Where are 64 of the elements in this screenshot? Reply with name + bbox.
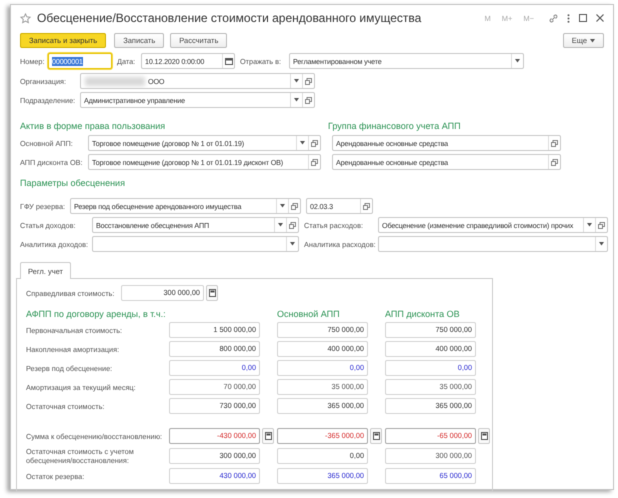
maximize-icon[interactable] [579,14,587,22]
window-icon [305,96,312,104]
calculator-button[interactable] [262,428,274,444]
calendar-button[interactable] [222,54,234,68]
select-field[interactable] [378,236,608,252]
dropdown-button[interactable] [290,93,302,107]
window-icon [291,202,298,210]
caret-icon [278,223,283,227]
caret-icon [599,242,604,246]
window-icon [305,78,312,84]
column-heading: АПП дисконта ОВ [385,309,461,319]
section-heading: Актив в форме права пользования [20,121,166,131]
column-heading: АФПП по договору аренды, в т.ч.: [26,309,167,319]
caret-icon [294,98,299,102]
close-icon[interactable] [596,14,604,22]
calculator-button[interactable] [478,428,490,444]
window-icon [551,140,558,146]
caret-icon [280,204,285,208]
column-heading: Основной АПП [277,309,341,319]
window-icon [551,158,558,166]
open-button[interactable] [302,74,314,88]
open-button[interactable] [302,93,314,107]
dropdown-button[interactable] [276,199,288,213]
caret-icon [300,141,305,145]
section-heading: Параметры обесценения [20,178,125,188]
caret-icon [590,38,595,42]
blurred-text [85,76,145,86]
star-icon[interactable] [20,12,31,24]
dropdown-button[interactable] [511,54,523,68]
open-button[interactable] [308,136,320,150]
calculator-button[interactable] [206,285,218,301]
caret-icon [294,79,299,83]
select-field[interactable] [92,236,299,252]
open-button[interactable] [548,155,560,169]
link-icon[interactable] [549,14,558,22]
caret-icon [290,242,295,246]
dropdown-button[interactable] [290,74,302,88]
section-heading: Группа финансового учета АПП [328,121,461,131]
window-icon [311,140,318,146]
calculator-button[interactable] [370,428,382,444]
open-button[interactable] [360,199,372,213]
dropdown-button[interactable] [296,136,308,150]
caret-icon [587,223,592,227]
calculator-icon [208,289,216,297]
calculator-icon [480,432,488,440]
dropdown-button[interactable] [286,237,298,251]
calculator-icon [372,432,380,440]
window-icon [311,158,318,166]
window-icon [598,222,605,228]
open-button[interactable] [595,218,607,232]
window-icon [363,202,370,210]
dropdown-button[interactable] [274,218,286,232]
calculator-icon [264,432,272,440]
open-button[interactable] [548,136,560,150]
caret-icon [515,59,520,63]
open-button[interactable] [308,155,320,169]
window-icon [289,222,296,228]
dropdown-button[interactable] [595,237,607,251]
more-icon[interactable] [567,14,570,22]
window-title: Обесценение/Восстановление стоимости арендованного имущества [37,11,422,25]
calendar-icon [224,58,232,64]
dropdown-button[interactable] [583,218,595,232]
open-button[interactable] [288,199,300,213]
open-button[interactable] [286,218,298,232]
